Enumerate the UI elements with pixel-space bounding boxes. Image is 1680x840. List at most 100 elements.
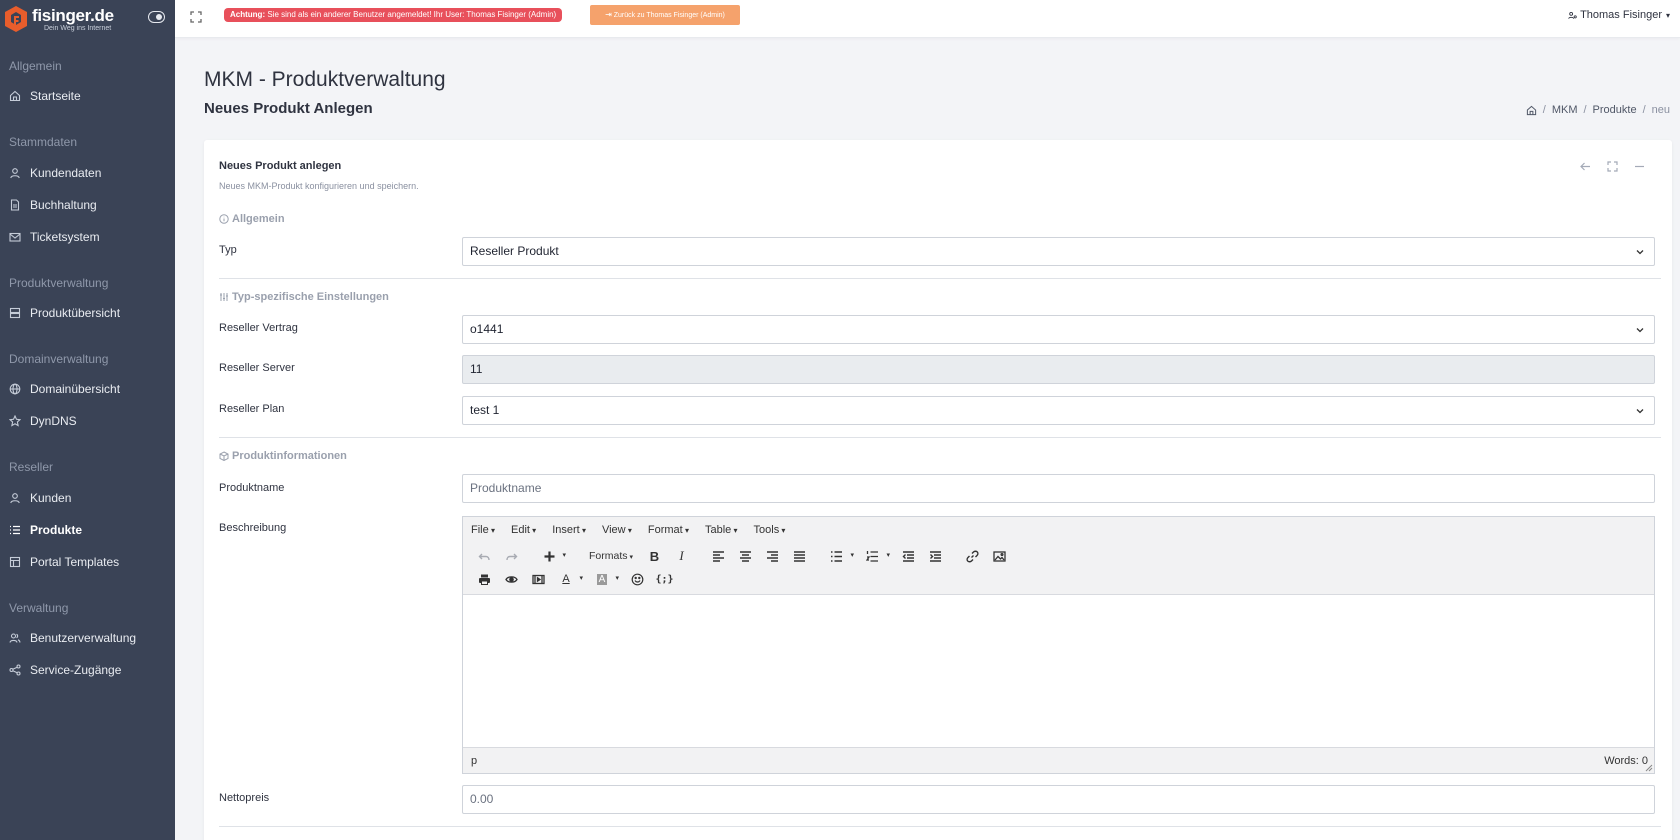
minimize-icon[interactable] (1633, 160, 1646, 173)
editor-content-area[interactable] (463, 595, 1654, 747)
breadcrumb-separator: / (1642, 104, 1646, 116)
fullscreen-icon[interactable] (1606, 160, 1619, 173)
sidebar-item-produktuebersicht[interactable]: Produktübersicht (0, 297, 175, 329)
emoticons-button[interactable] (624, 569, 651, 589)
indent-button[interactable] (922, 546, 949, 566)
sidebar-item-kundendaten[interactable]: Kundendaten (0, 157, 175, 189)
outdent-button[interactable] (895, 546, 922, 566)
menu-view[interactable]: View (602, 524, 632, 536)
sidebar-item-ticketsystem[interactable]: Ticketsystem (0, 221, 175, 253)
globe-icon (9, 383, 21, 395)
sidebar-item-label: Startseite (30, 89, 81, 103)
sidebar-item-label: DynDNS (30, 414, 77, 428)
users-icon (9, 633, 21, 643)
list-icon (10, 525, 20, 535)
brand-logo[interactable]: fisinger.de Dein Weg ins Internet (0, 0, 175, 38)
share-icon (9, 664, 21, 676)
menu-table[interactable]: Table (705, 524, 738, 536)
breadcrumb-neu: neu (1651, 104, 1670, 116)
italic-button[interactable]: I (668, 546, 695, 566)
back-to-admin-button[interactable]: ⇥ Zurück zu Thomas Fisinger (Admin) (590, 5, 740, 25)
sidebar-item-kunden[interactable]: Kunden (0, 482, 175, 514)
sidebar-item-dyndns[interactable]: DynDNS (0, 405, 175, 437)
sidebar-item-startseite[interactable]: Startseite (0, 80, 175, 112)
section-allgemein: Allgemein (219, 213, 285, 225)
net-price-input[interactable]: 0.00 (462, 785, 1655, 814)
sidebar-item-domainuebersicht[interactable]: Domainübersicht (0, 373, 175, 405)
section-divider (219, 826, 1661, 827)
type-value: Reseller Produkt (470, 244, 559, 258)
description-label: Beschreibung (219, 522, 287, 534)
nav-section-verwaltung: Verwaltung (9, 601, 69, 615)
image-button[interactable] (986, 546, 1013, 566)
net-price-label: Nettopreis (219, 792, 270, 804)
breadcrumb-mkm[interactable]: MKM (1552, 104, 1578, 116)
numbered-list-button[interactable] (859, 546, 895, 566)
chevron-down-icon (1636, 250, 1644, 255)
type-select[interactable]: Reseller Produkt (462, 237, 1655, 266)
rich-text-editor: File Edit Insert View Format Table Tools… (462, 516, 1655, 774)
user-menu[interactable]: Thomas Fisinger ▾ (1568, 9, 1670, 21)
align-left-button[interactable] (705, 546, 732, 566)
type-label: Typ (219, 244, 237, 256)
logo-mark-icon (5, 6, 27, 32)
sidebar-item-label: Service-Zugänge (30, 663, 122, 677)
bold-icon: B (649, 548, 660, 564)
back-button-label: Zurück zu Thomas Fisinger (Admin) (613, 12, 725, 19)
preview-button[interactable] (498, 569, 525, 589)
insert-button[interactable] (535, 546, 571, 566)
user-cog-icon (1568, 11, 1577, 19)
image-icon (993, 550, 1006, 562)
arrow-left-icon[interactable] (1579, 160, 1592, 173)
background-color-button[interactable]: A (588, 569, 624, 589)
sidebar-toggle-icon[interactable] (148, 11, 165, 23)
document-icon (10, 199, 20, 211)
align-center-button[interactable] (732, 546, 759, 566)
product-name-input[interactable]: Produktname (462, 474, 1655, 503)
link-button[interactable] (959, 546, 986, 566)
italic-icon: I (679, 548, 684, 563)
bullet-list-button[interactable] (823, 546, 859, 566)
element-path[interactable]: p (471, 755, 477, 767)
sidebar-item-label: Produktübersicht (30, 306, 121, 320)
nav-section-allgemein: Allgemein (9, 59, 62, 73)
home-icon[interactable] (1526, 105, 1537, 116)
breadcrumb-produkte[interactable]: Produkte (1593, 104, 1637, 116)
sidebar-item-benutzerverwaltung[interactable]: Benutzerverwaltung (0, 622, 175, 654)
background-color-icon: A (596, 573, 608, 585)
breadcrumb: / MKM / Produkte / neu (1526, 104, 1670, 116)
menu-tools[interactable]: Tools (754, 524, 786, 536)
resize-handle-icon[interactable] (1645, 764, 1653, 772)
text-color-button[interactable]: A (552, 569, 588, 589)
menu-file[interactable]: File (471, 524, 495, 536)
reseller-plan-select[interactable]: test 1 (462, 396, 1655, 425)
print-icon (479, 574, 490, 585)
page-title: MKM - Produktverwaltung (204, 68, 446, 91)
reseller-contract-select[interactable]: o1441 (462, 315, 1655, 344)
brand-tagline: Dein Weg ins Internet (44, 24, 112, 32)
menu-format[interactable]: Format (648, 524, 689, 536)
sidebar-item-produkte[interactable]: Produkte (0, 514, 175, 546)
code-sample-button[interactable]: {;} (651, 569, 678, 589)
menu-insert[interactable]: Insert (552, 524, 586, 536)
print-button[interactable] (471, 569, 498, 589)
smiley-icon (631, 573, 644, 585)
align-right-button[interactable] (759, 546, 786, 566)
fullscreen-icon[interactable] (189, 10, 203, 24)
info-icon (219, 214, 229, 224)
align-justify-button[interactable] (786, 546, 813, 566)
redo-button[interactable] (498, 546, 525, 566)
menu-edit[interactable]: Edit (511, 524, 536, 536)
sidebar-item-service-zugaenge[interactable]: Service-Zugänge (0, 654, 175, 686)
undo-button[interactable] (471, 546, 498, 566)
media-button[interactable] (525, 569, 552, 589)
formats-dropdown[interactable]: Formats (581, 550, 641, 562)
section-divider (219, 437, 1661, 438)
mail-icon (9, 232, 21, 242)
bold-button[interactable]: B (641, 546, 668, 566)
editor-toolbar: File Edit Insert View Format Table Tools… (463, 517, 1654, 595)
sidebar-item-label: Buchhaltung (30, 198, 97, 212)
chevron-down-icon (1636, 328, 1644, 333)
sidebar-item-buchhaltung[interactable]: Buchhaltung (0, 189, 175, 221)
sidebar-item-portal-templates[interactable]: Portal Templates (0, 546, 175, 578)
